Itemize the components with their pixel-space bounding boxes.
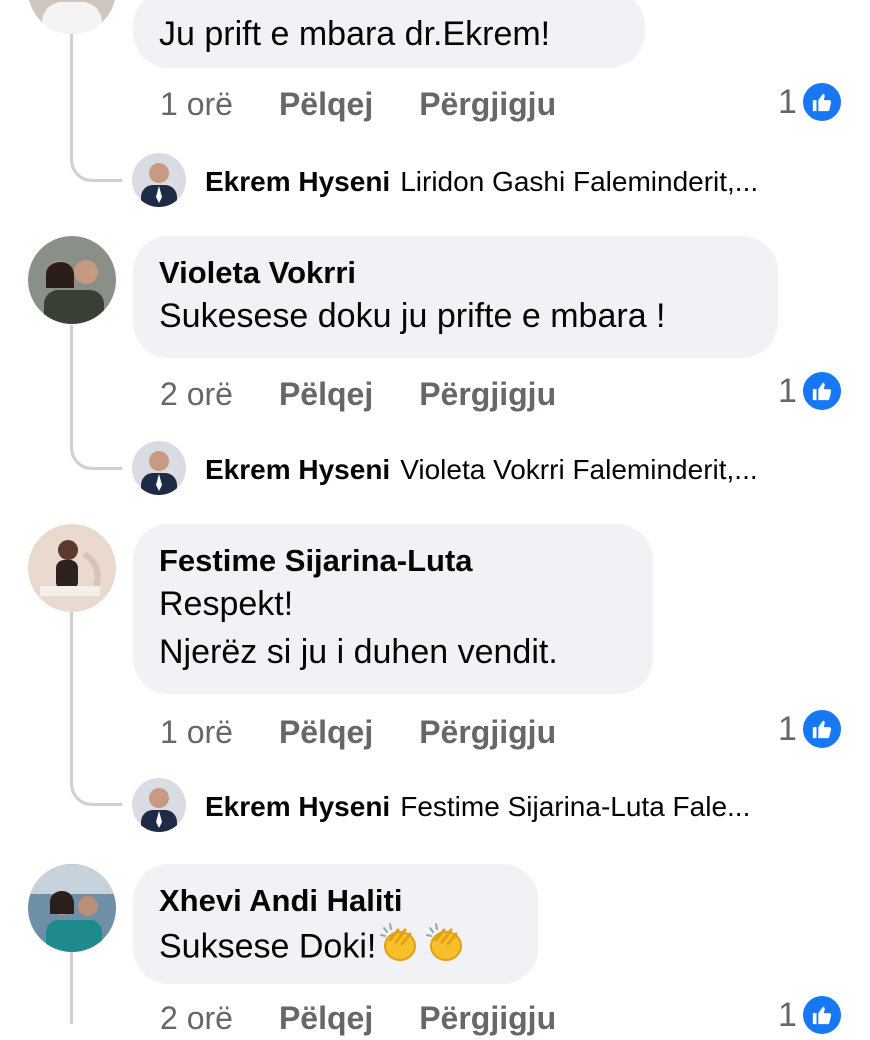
like-button[interactable]: Pëlqej — [279, 1000, 373, 1037]
commenter-avatar[interactable] — [28, 524, 116, 612]
clapping-hands-icon — [424, 920, 468, 977]
reply-avatar[interactable] — [132, 778, 186, 832]
reply-preview[interactable]: Ekrem Hyseni Festime Sijarina-Luta Fale.… — [205, 782, 750, 832]
comment-text: Respekt! Njerëz si ju i duhen vendit. — [159, 585, 558, 671]
like-thumbs-up-icon — [800, 994, 843, 1036]
thread-line — [70, 30, 73, 155]
reaction-summary[interactable]: 1 — [778, 707, 843, 751]
comment-bubble: Ju prift e mbara dr.Ekrem! — [133, 0, 645, 68]
like-thumbs-up-icon — [800, 708, 843, 750]
commenter-avatar[interactable] — [28, 864, 116, 952]
comment-time[interactable]: 2 orë — [160, 1000, 233, 1037]
reply-button[interactable]: Përgjigju — [419, 86, 556, 123]
comment-actions: 2 orë Pëlqej Përgjigju — [160, 372, 602, 416]
reaction-summary[interactable]: 1 — [778, 993, 843, 1037]
comment-bubble: Festime Sijarina-Luta Respekt! Njerëz si… — [133, 524, 653, 694]
reply-button[interactable]: Përgjigju — [419, 376, 556, 413]
comment-author[interactable]: Xhevi Andi Haliti — [159, 882, 510, 920]
like-button[interactable]: Pëlqej — [279, 376, 373, 413]
thread-line — [70, 952, 73, 1024]
reply-connector — [70, 440, 122, 470]
commenter-avatar[interactable] — [28, 236, 116, 324]
reply-author[interactable]: Ekrem Hyseni — [205, 166, 390, 198]
thread-line — [70, 325, 73, 445]
like-button[interactable]: Pëlqej — [279, 714, 373, 751]
reaction-summary[interactable]: 1 — [778, 80, 843, 124]
comment-text: Suksese Doki! — [159, 920, 510, 977]
reply-author[interactable]: Ekrem Hyseni — [205, 454, 390, 486]
reply-text: Liridon Gashi Faleminderit,... — [400, 166, 759, 197]
reaction-count: 1 — [778, 82, 797, 121]
reaction-count: 1 — [778, 995, 797, 1034]
reaction-count: 1 — [778, 371, 797, 410]
comment-actions: 1 orë Pëlqej Përgjigju — [160, 710, 602, 754]
reaction-summary[interactable]: 1 — [778, 369, 843, 413]
comment-text: Ju prift e mbara dr.Ekrem! — [159, 15, 551, 53]
like-thumbs-up-icon — [800, 370, 843, 412]
comment-time[interactable]: 2 orë — [160, 376, 233, 413]
comment-time[interactable]: 1 orë — [160, 714, 233, 751]
comment-bubble: Violeta Vokrri Sukesese doku ju prifte e… — [133, 236, 778, 358]
comment-actions: 1 orë Pëlqej Përgjigju — [160, 82, 602, 126]
reply-preview[interactable]: Ekrem Hyseni Violeta Vokrri Faleminderit… — [205, 445, 758, 495]
comment-text-content: Suksese Doki! — [159, 927, 377, 966]
thread-line — [70, 612, 73, 782]
comment-actions: 2 orë Pëlqej Përgjigju — [160, 996, 602, 1040]
reply-preview[interactable]: Ekrem Hyseni Liridon Gashi Faleminderit,… — [205, 157, 758, 207]
reply-author[interactable]: Ekrem Hyseni — [205, 791, 390, 823]
reply-connector — [70, 152, 122, 182]
comment-author[interactable]: Festime Sijarina-Luta — [159, 542, 625, 580]
comment-time[interactable]: 1 orë — [160, 86, 233, 123]
like-thumbs-up-icon — [800, 81, 843, 123]
reply-avatar[interactable] — [132, 153, 186, 207]
reply-avatar[interactable] — [132, 441, 186, 495]
reply-text: Festime Sijarina-Luta Fale... — [400, 791, 751, 822]
reply-text: Violeta Vokrri Faleminderit,... — [400, 454, 758, 485]
comment-text: Sukesese doku ju prifte e mbara ! — [159, 297, 666, 335]
like-button[interactable]: Pëlqej — [279, 86, 373, 123]
reply-button[interactable]: Përgjigju — [419, 714, 556, 751]
reaction-count: 1 — [778, 709, 797, 748]
clapping-hands-icon — [378, 920, 422, 977]
reply-connector — [70, 776, 122, 806]
commenter-avatar[interactable] — [28, 0, 116, 34]
comment-bubble: Xhevi Andi Haliti Suksese Doki! — [133, 864, 538, 984]
comment-author[interactable]: Violeta Vokrri — [159, 254, 750, 292]
reply-button[interactable]: Përgjigju — [419, 1000, 556, 1037]
